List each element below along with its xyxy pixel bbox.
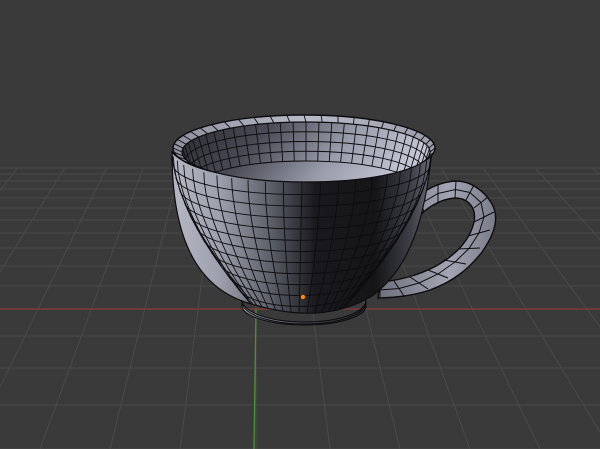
viewport-canvas[interactable] [0,0,600,449]
object-origin-point[interactable] [300,294,306,300]
3d-viewport[interactable] [0,0,600,449]
